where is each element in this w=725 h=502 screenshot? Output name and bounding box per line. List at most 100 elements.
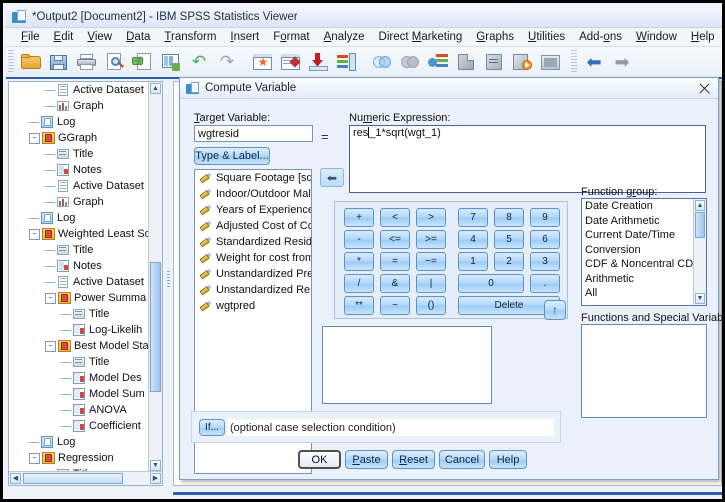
menu-analyze[interactable]: Analyze [317,30,372,44]
menu-window[interactable]: Window [629,30,684,44]
variable-list-item[interactable]: Weight for cost from... [195,250,311,266]
export-icon[interactable] [158,49,184,75]
keypad-key-[interactable]: < [380,208,410,227]
scroll-down-button[interactable]: ▼ [150,460,161,471]
open-file-icon[interactable] [18,49,44,75]
tree-collapse-toggle[interactable]: − [29,228,40,240]
variable-list-item[interactable]: Years of Experience... [195,202,311,218]
keypad-key-[interactable]: ** [344,296,374,315]
keypad-key-[interactable]: & [380,274,410,293]
keypad-key-4[interactable]: 4 [458,230,488,249]
function-group-item[interactable]: Conversion [582,243,706,258]
keypad-key-[interactable]: / [344,274,374,293]
fg-scroll-down-button[interactable]: ▼ [695,293,705,304]
insert-title-icon[interactable] [454,49,480,75]
outline-row[interactable]: Graph [9,98,149,114]
keypad-key-8[interactable]: 8 [494,208,524,227]
keypad-key-[interactable]: * [344,252,374,271]
outline-row[interactable]: Notes [9,258,149,274]
function-group-item[interactable]: CDF & Noncentral CDF [582,257,706,272]
outline-row[interactable]: Graph [9,194,149,210]
keypad-key-[interactable]: ~ [380,296,410,315]
variable-list-item[interactable]: Indoor/Outdoor Mall ... [195,186,311,202]
outline-row[interactable]: − Power Summa [9,290,149,306]
fg-scroll-up-button[interactable]: ▲ [695,200,705,211]
insert-text-icon[interactable] [482,49,508,75]
variable-list-item[interactable]: wgtpred [195,298,311,314]
outline-row[interactable]: Log [9,434,149,450]
keypad-key-7[interactable]: 7 [458,208,488,227]
hide-icon[interactable] [398,49,424,75]
promote-icon[interactable] [334,49,360,75]
outline-row[interactable]: Active Dataset [9,178,149,194]
close-icon[interactable] [698,82,711,95]
outline-row[interactable]: Log-Likelih [9,322,149,338]
function-group-scrollbar[interactable]: ▲ ▼ [693,199,706,305]
save-icon[interactable] [46,49,72,75]
print-icon[interactable] [74,49,100,75]
outline-row[interactable]: − Weighted Least Squ [9,226,149,242]
menu-help[interactable]: Help [684,30,722,44]
outline-row[interactable]: − Regression [9,450,149,466]
keypad-key-[interactable]: + [344,208,374,227]
variable-list-item[interactable]: Unstandardized Re... [195,282,311,298]
keypad-key-[interactable]: . [530,274,560,293]
toolbar-grip[interactable] [8,50,14,74]
calculator-keypad[interactable]: + < >7 8 9- <= >= 4 5 6 * = ~= 1 2 3/& | 0. ** ~() Delete [334,201,568,319]
outline-row[interactable]: Active Dataset [9,82,149,98]
outline-row[interactable]: Model Des [9,370,149,386]
insert-heading-icon[interactable] [426,49,452,75]
keypad-key-[interactable]: <= [380,230,410,249]
menu-addons[interactable]: Add-ons [572,30,629,44]
fg-scroll-thumb[interactable] [695,212,705,238]
variable-list-item[interactable]: Standardized Resid... [195,234,311,250]
scroll-left-button[interactable]: ◀ [10,473,21,484]
keypad-key-[interactable]: - [344,230,374,249]
function-group-item[interactable]: Arithmetic [582,272,706,287]
type-and-label-button[interactable]: Type & Label... [194,147,270,165]
keypad-key-[interactable]: = [380,252,410,271]
pane-splitter[interactable] [165,81,173,486]
outline-row[interactable]: Title [9,354,149,370]
insert-after-icon[interactable] [306,49,332,75]
outline-row[interactable]: Notes [9,162,149,178]
cancel-button[interactable]: Cancel [439,450,485,469]
menu-data[interactable]: Data [119,30,157,44]
keypad-key-[interactable]: > [416,208,446,227]
outline-row[interactable]: Model Sum [9,386,149,402]
function-group-list[interactable]: Date Creation Date Arithmetic Current Date… [581,198,707,306]
outline-row[interactable]: Log [9,210,149,226]
outline-scroll-thumb[interactable] [150,262,161,392]
keypad-key-[interactable]: >= [416,230,446,249]
function-group-item[interactable]: Date Arithmetic [582,214,706,229]
scroll-up-button[interactable]: ▲ [150,83,161,94]
outline-row[interactable]: Title [9,242,149,258]
keypad-key-1[interactable]: 1 [458,252,488,271]
function-group-item[interactable]: Date Creation [582,199,706,214]
numeric-expression-input[interactable]: res_1*sqrt(wgt_1) [349,125,706,193]
toolbar-grip-2[interactable] [571,50,577,74]
tree-collapse-toggle[interactable]: − [45,340,56,352]
menu-direct-marketing[interactable]: Direct Marketing [372,30,470,44]
menu-insert[interactable]: Insert [223,30,266,44]
ok-button[interactable]: OK [298,450,341,469]
outline-row[interactable]: Active Dataset [9,274,149,290]
outline-row[interactable]: − GGraph [9,130,149,146]
tree-collapse-toggle[interactable]: − [29,132,40,144]
keypad-key-[interactable]: () [416,296,446,315]
target-variable-input[interactable]: wgtresid [194,125,313,142]
variable-list-item[interactable]: Square Footage [sqft] [195,170,311,186]
previous-icon[interactable]: ⬅ [581,49,607,75]
keypad-key-[interactable]: ~= [416,252,446,271]
function-group-item[interactable]: All [582,286,706,301]
keypad-key-5[interactable]: 5 [494,230,524,249]
keypad-key-9[interactable]: 9 [530,208,560,227]
variable-list-item[interactable]: Adjusted Cost of Co... [195,218,311,234]
functions-list[interactable] [581,324,707,418]
menu-format[interactable]: Format [266,30,316,44]
outline-row[interactable]: ANOVA [9,402,149,418]
help-button[interactable]: Help [489,450,527,469]
goto-variable-icon[interactable] [278,49,304,75]
tree-collapse-toggle[interactable]: − [45,292,56,304]
keypad-key-[interactable]: | [416,274,446,293]
